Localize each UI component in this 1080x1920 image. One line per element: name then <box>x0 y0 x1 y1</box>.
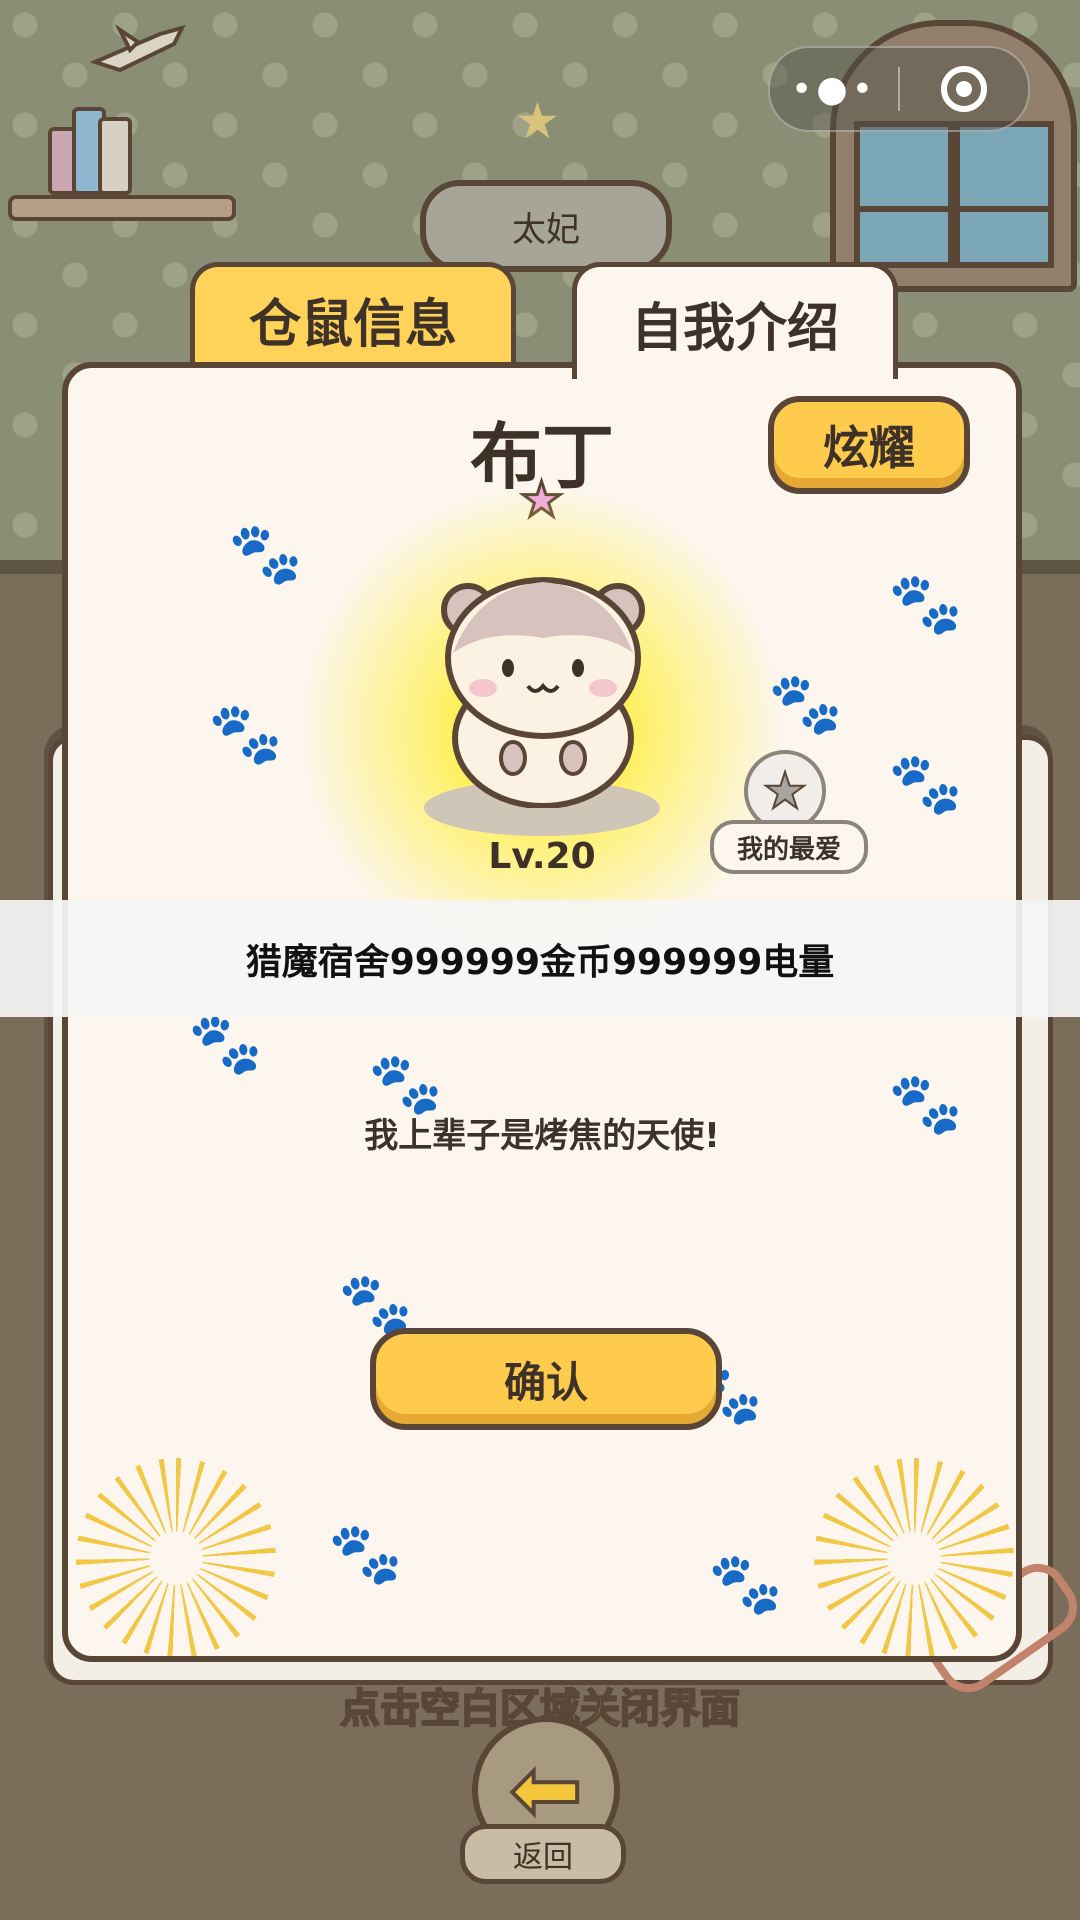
confirm-button[interactable]: 确认 <box>370 1328 722 1430</box>
pet-level: Lv.20 <box>488 836 596 877</box>
sign-text: 太妃 <box>512 209 580 250</box>
firework-decoration <box>76 1458 276 1656</box>
overlay-caption-text: 猎魔宿舍999999金币999999电量 <box>245 941 835 983</box>
overlay-caption-banner: 猎魔宿舍999999金币999999电量 <box>0 900 1080 1017</box>
paw-print-icon: 🐾 <box>888 749 963 819</box>
airplane-decoration-icon <box>90 24 186 73</box>
miniprogram-capsule: •●• <box>768 46 1030 132</box>
paw-print-icon: 🐾 <box>888 569 963 639</box>
pet-intro-text: 我上辈子是烤焦的天使! <box>364 1116 720 1156</box>
show-off-button[interactable]: 炫耀 <box>768 396 970 494</box>
favorite-toggle-label[interactable]: 我的最爱 <box>710 820 868 874</box>
shelf-book <box>98 117 132 195</box>
confirm-label: 确认 <box>503 1357 588 1407</box>
show-off-label: 炫耀 <box>823 421 915 475</box>
paw-print-icon: 🐾 <box>328 1519 403 1589</box>
favorite-label-text: 我的最爱 <box>736 834 841 865</box>
sign-star-icon: ★ <box>515 92 560 150</box>
hamster-character-image <box>441 577 645 808</box>
tab-label: 自我介绍 <box>630 298 839 359</box>
tab-self-intro[interactable]: 自我介绍 <box>572 262 898 379</box>
back-label-text: 返回 <box>513 1840 573 1875</box>
back-label[interactable]: 返回 <box>460 1824 626 1884</box>
target-close-icon[interactable] <box>900 66 1028 112</box>
more-dots-icon[interactable]: •●• <box>770 69 898 110</box>
tab-label: 仓鼠信息 <box>248 295 457 355</box>
paw-print-icon: 🐾 <box>188 1009 263 1079</box>
firework-decoration <box>814 1458 1014 1656</box>
paw-print-icon: 🐾 <box>228 519 303 589</box>
tab-hamster-info[interactable]: 仓鼠信息 <box>190 262 516 372</box>
hamster-nameplate-sign: 太妃 <box>420 180 672 272</box>
arrow-left-icon: ⬅ <box>508 1740 584 1840</box>
paw-print-icon: 🐾 <box>708 1549 783 1619</box>
wall-shelf <box>8 195 236 221</box>
paw-print-icon: 🐾 <box>208 699 283 769</box>
